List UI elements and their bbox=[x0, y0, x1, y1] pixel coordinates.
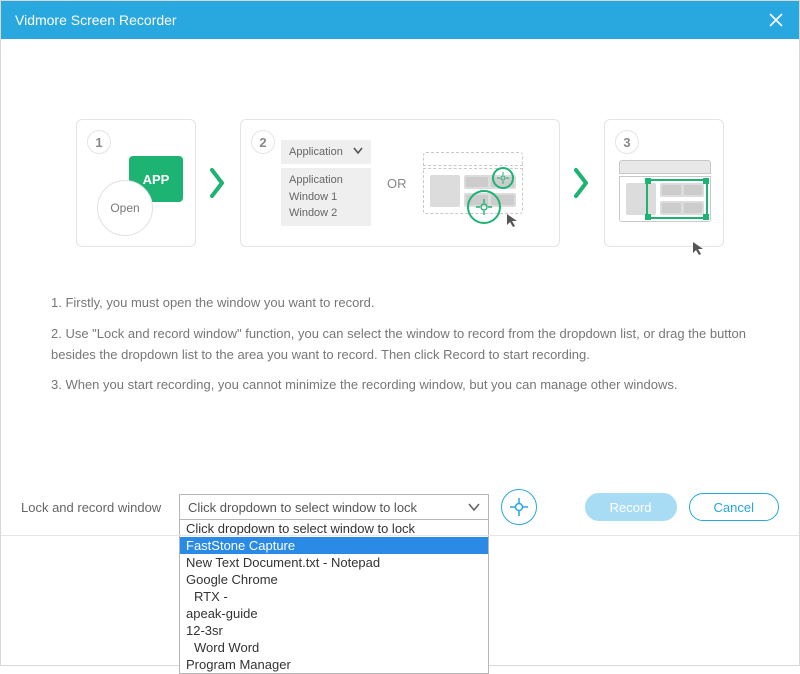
crosshair-icon bbox=[509, 497, 529, 517]
drag-crosshair-button[interactable] bbox=[501, 489, 537, 525]
list-item: Window 2 bbox=[289, 205, 363, 222]
open-label: Open bbox=[97, 180, 153, 236]
step2-selector: Application Application Window 1 Window … bbox=[281, 140, 371, 226]
step-badge-3: 3 bbox=[615, 130, 639, 154]
content-area: 1 APP Open 2 Application bbox=[1, 39, 799, 396]
step2-mock-window bbox=[423, 152, 523, 214]
dropdown-option[interactable]: Word Word bbox=[180, 639, 488, 656]
steps-row: 1 APP Open 2 Application bbox=[51, 119, 749, 247]
window-dropdown-list[interactable]: Click dropdown to select window to lockF… bbox=[179, 520, 489, 674]
list-item: Window 1 bbox=[289, 189, 363, 206]
cursor-icon bbox=[691, 240, 707, 256]
dropdown-option[interactable]: RTX - bbox=[180, 588, 488, 605]
dropdown-option[interactable]: Google Chrome bbox=[180, 571, 488, 588]
lock-window-label: Lock and record window bbox=[21, 500, 167, 515]
instruction-line: 2. Use "Lock and record window" function… bbox=[51, 324, 749, 366]
step-badge-1: 1 bbox=[87, 130, 111, 154]
window-title: Vidmore Screen Recorder bbox=[15, 12, 177, 28]
crosshair-icon bbox=[467, 190, 501, 224]
cancel-button[interactable]: Cancel bbox=[689, 493, 779, 521]
step3-mock-window bbox=[619, 160, 711, 222]
selector-head-label: Application bbox=[289, 146, 343, 158]
window-dropdown[interactable]: Click dropdown to select window to lock bbox=[179, 494, 489, 520]
chevron-down-icon bbox=[468, 500, 480, 515]
instructions: 1. Firstly, you must open the window you… bbox=[51, 293, 749, 396]
dropdown-option[interactable]: Program Manager bbox=[180, 656, 488, 673]
instruction-line: 1. Firstly, you must open the window you… bbox=[51, 293, 749, 314]
dropdown-option[interactable]: 12-3sr bbox=[180, 622, 488, 639]
step-3-card: 3 bbox=[604, 119, 724, 247]
modal-window: Vidmore Screen Recorder 1 APP Open 2 App… bbox=[0, 0, 800, 666]
dropdown-value: Click dropdown to select window to lock bbox=[188, 500, 417, 515]
chevron-right-icon bbox=[208, 166, 228, 200]
titlebar: Vidmore Screen Recorder bbox=[1, 1, 799, 39]
controls-row: Lock and record window Click dropdown to… bbox=[21, 489, 779, 525]
list-item: Application bbox=[289, 172, 363, 189]
crosshair-icon bbox=[492, 167, 514, 189]
record-button[interactable]: Record bbox=[585, 493, 677, 521]
window-dropdown-wrap: Click dropdown to select window to lock … bbox=[179, 494, 489, 520]
step-2-card: 2 Application Application Window 1 Windo… bbox=[240, 119, 560, 247]
divider bbox=[1, 535, 799, 536]
chevron-right-icon bbox=[572, 166, 592, 200]
chevron-down-icon bbox=[353, 146, 363, 158]
step-badge-2: 2 bbox=[251, 130, 275, 154]
dropdown-option[interactable]: apeak-guide bbox=[180, 605, 488, 622]
close-icon[interactable] bbox=[767, 11, 785, 29]
dropdown-option[interactable]: New Text Document.txt - Notepad bbox=[180, 554, 488, 571]
step-1-card: 1 APP Open bbox=[76, 119, 196, 247]
instruction-line: 3. When you start recording, you cannot … bbox=[51, 375, 749, 396]
cursor-icon bbox=[505, 212, 521, 228]
dropdown-option[interactable]: FastStone Capture bbox=[180, 537, 488, 554]
step2-selector-head: Application bbox=[281, 140, 371, 164]
or-label: OR bbox=[387, 176, 407, 191]
step2-selector-list: Application Window 1 Window 2 bbox=[281, 168, 371, 226]
